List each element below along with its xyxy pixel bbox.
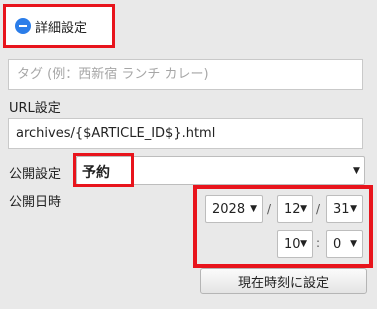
- caret-down-icon: ▼: [350, 239, 357, 249]
- details-toggle-label: 詳細設定: [35, 20, 88, 36]
- caret-down-icon: ▼: [353, 166, 360, 176]
- minus-circle-icon[interactable]: [15, 18, 31, 34]
- entry-settings-panel: 詳細設定 URL設定 公開設定 ▼ 予約 公開日時 2028 ▼ / 12 ▼ …: [0, 0, 377, 309]
- month-value: 12: [284, 201, 301, 217]
- day-value: 31: [333, 201, 350, 217]
- year-select[interactable]: 2028 ▼: [205, 195, 263, 223]
- date-separator: /: [316, 202, 321, 216]
- day-select[interactable]: 31 ▼: [326, 195, 363, 223]
- publish-date-label: 公開日時: [9, 195, 62, 210]
- url-label: URL設定: [9, 101, 61, 116]
- date-separator: /: [267, 202, 272, 216]
- time-separator: :: [316, 236, 321, 250]
- year-value: 2028: [212, 201, 246, 217]
- status-value: 予約: [82, 165, 110, 181]
- status-label: 公開設定: [9, 167, 62, 182]
- details-toggle[interactable]: 詳細設定: [3, 4, 115, 48]
- hour-value: 10: [284, 236, 301, 252]
- minute-value: 0: [333, 236, 342, 252]
- url-input[interactable]: [8, 118, 363, 149]
- minute-select[interactable]: 0 ▼: [326, 230, 363, 258]
- set-current-time-button[interactable]: 現在時刻に設定: [200, 268, 367, 294]
- caret-down-icon: ▼: [300, 204, 307, 214]
- caret-down-icon: ▼: [250, 204, 257, 214]
- month-select[interactable]: 12 ▼: [277, 195, 313, 223]
- caret-down-icon: ▼: [300, 239, 307, 249]
- caret-down-icon: ▼: [350, 204, 357, 214]
- hour-select[interactable]: 10 ▼: [277, 230, 313, 258]
- tag-input[interactable]: [8, 59, 363, 90]
